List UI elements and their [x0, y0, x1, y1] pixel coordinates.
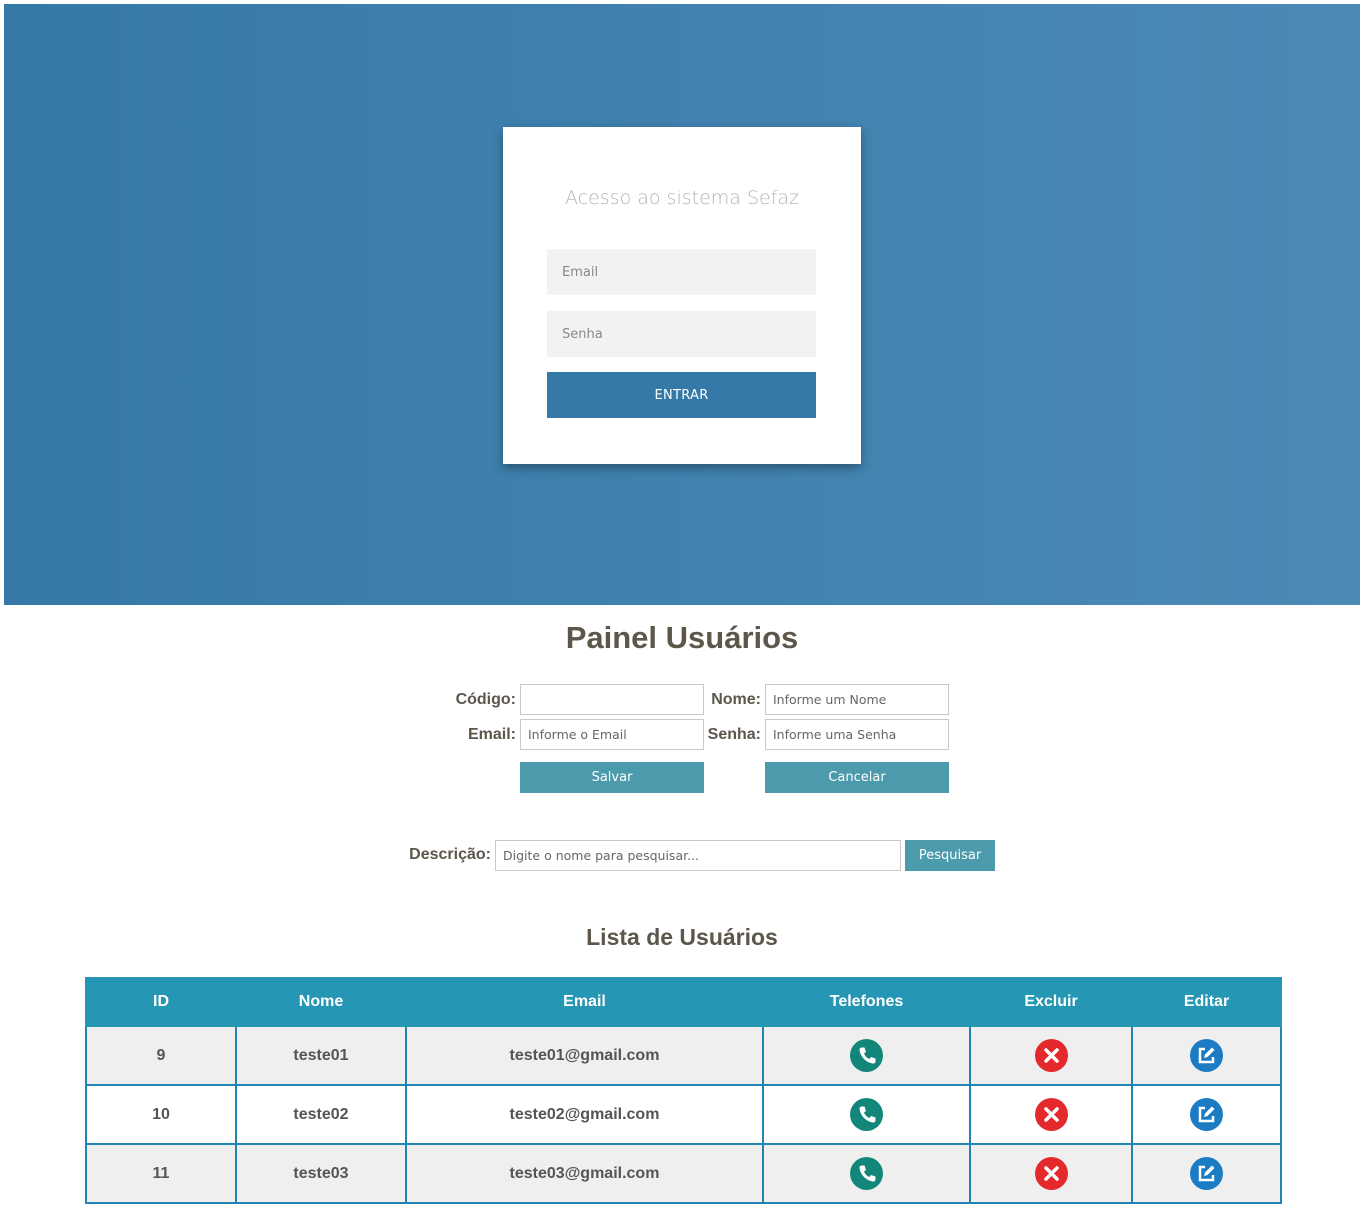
column-header-telefones: Telefones [762, 977, 971, 1027]
cell-id: 10 [85, 1084, 237, 1145]
cell-email: teste03@gmail.com [405, 1143, 764, 1204]
codigo-label: Código: [455, 691, 516, 708]
email-label: Email: [467, 726, 516, 743]
cell-id: 11 [85, 1143, 237, 1204]
column-header-email: Email [405, 977, 764, 1027]
phone-icon[interactable] [850, 1098, 883, 1131]
table-row: 9 teste01 teste01@gmail.com [85, 1025, 1282, 1086]
table-body: 9 teste01 teste01@gmail.com 10 teste02 t… [85, 1025, 1282, 1204]
email-field[interactable] [520, 719, 704, 750]
delete-icon[interactable] [1034, 1039, 1068, 1072]
senha-field[interactable] [765, 719, 949, 750]
nome-field[interactable] [765, 684, 949, 715]
cell-telefones [762, 1084, 971, 1145]
login-submit-button[interactable]: ENTRAR [547, 372, 816, 418]
save-button[interactable]: Salvar [520, 762, 704, 793]
senha-label: Senha: [707, 726, 761, 743]
cell-editar [1131, 1143, 1282, 1204]
cell-excluir [969, 1143, 1133, 1204]
cell-excluir [969, 1025, 1133, 1086]
delete-icon[interactable] [1034, 1157, 1068, 1190]
cancel-button[interactable]: Cancelar [765, 762, 949, 793]
column-header-editar: Editar [1131, 977, 1282, 1027]
phone-icon[interactable] [850, 1157, 883, 1190]
login-email-input[interactable] [547, 249, 816, 295]
table-row: 10 teste02 teste02@gmail.com [85, 1084, 1282, 1145]
nome-label: Nome: [711, 691, 761, 708]
column-header-excluir: Excluir [969, 977, 1133, 1027]
cell-email: teste01@gmail.com [405, 1025, 764, 1086]
cell-nome: teste03 [235, 1143, 407, 1204]
list-title: Lista de Usuários [586, 924, 778, 950]
edit-icon[interactable] [1190, 1098, 1223, 1131]
edit-icon[interactable] [1190, 1157, 1223, 1190]
search-button[interactable]: Pesquisar [905, 840, 995, 871]
codigo-field[interactable] [520, 684, 704, 715]
cell-id: 9 [85, 1025, 237, 1086]
login-password-input[interactable] [547, 311, 816, 357]
table-row: 11 teste03 teste03@gmail.com [85, 1143, 1282, 1204]
column-header-nome: Nome [235, 977, 407, 1027]
login-card: Acesso ao sistema Sefaz ENTRAR [503, 127, 861, 464]
cell-telefones [762, 1143, 971, 1204]
table-header-row: ID Nome Email Telefones Excluir Editar [85, 977, 1282, 1027]
cell-nome: teste01 [235, 1025, 407, 1086]
cell-editar [1131, 1084, 1282, 1145]
cell-telefones [762, 1025, 971, 1086]
login-hero: Acesso ao sistema Sefaz ENTRAR [4, 4, 1360, 605]
cell-excluir [969, 1084, 1133, 1145]
users-table: ID Nome Email Telefones Excluir Editar 9… [85, 977, 1282, 1204]
edit-icon[interactable] [1190, 1039, 1223, 1072]
login-title: Acesso ao sistema Sefaz [564, 187, 800, 209]
search-input[interactable] [495, 840, 901, 871]
cell-nome: teste02 [235, 1084, 407, 1145]
delete-icon[interactable] [1034, 1098, 1068, 1131]
column-header-id: ID [85, 977, 237, 1027]
panel-title: Painel Usuários [565, 620, 799, 655]
search-label: Descrição: [409, 846, 491, 863]
cell-editar [1131, 1025, 1282, 1086]
phone-icon[interactable] [850, 1039, 883, 1072]
cell-email: teste02@gmail.com [405, 1084, 764, 1145]
